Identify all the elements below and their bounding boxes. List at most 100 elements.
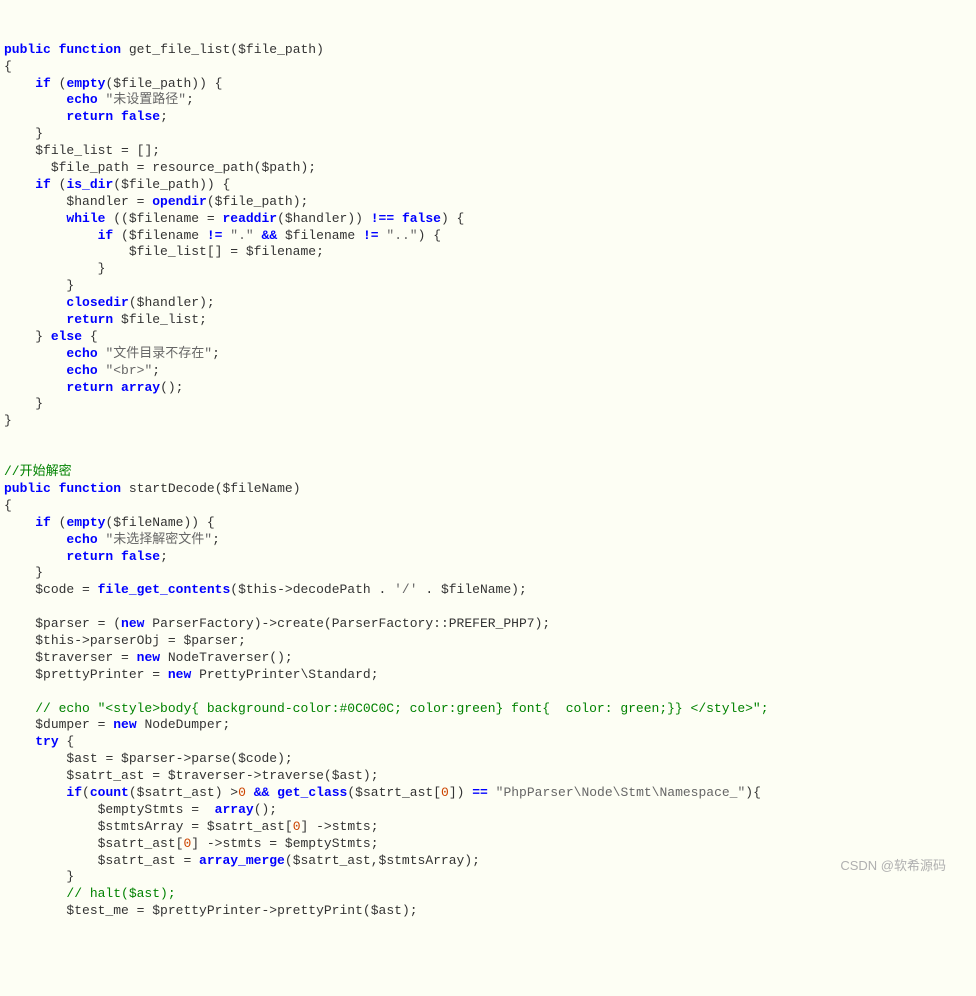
var: $fileName	[223, 481, 293, 496]
var: $satrt_ast	[98, 836, 176, 851]
var: $satrt_ast	[207, 819, 285, 834]
var: $satrt_ast	[355, 785, 433, 800]
str: "文件目录不存在"	[105, 346, 212, 361]
var: $ast	[66, 751, 97, 766]
str: "."	[230, 228, 253, 243]
kw-try: try	[35, 734, 58, 749]
kw-return: return	[66, 109, 113, 124]
method: prettyPrint	[277, 903, 363, 918]
var: $code	[238, 751, 277, 766]
kw-if: if	[35, 76, 51, 91]
var: $handler	[285, 211, 347, 226]
kw-echo: echo	[66, 346, 97, 361]
kw-function: function	[59, 481, 121, 496]
kw-function: function	[59, 42, 121, 57]
fn-array: array	[215, 802, 254, 817]
prop: decodePath	[293, 582, 371, 597]
var: $ast	[332, 768, 363, 783]
const: PREFER_PHP7	[449, 616, 535, 631]
method: parse	[191, 751, 230, 766]
var: $traverser	[168, 768, 246, 783]
str: "<br>"	[105, 363, 152, 378]
str: "未设置路径"	[105, 92, 186, 107]
var: $file_list	[129, 244, 207, 259]
method: create	[277, 616, 324, 631]
fn-empty: empty	[66, 515, 105, 530]
kw-new: new	[113, 717, 136, 732]
var: $prettyPrinter	[35, 667, 144, 682]
prop: stmts	[222, 836, 261, 851]
num: 0	[238, 785, 246, 800]
var: $test_me	[66, 903, 128, 918]
var: $file_path	[238, 42, 316, 57]
kw-false: false	[121, 549, 160, 564]
type: ParserFactory	[152, 616, 253, 631]
num: 0	[441, 785, 449, 800]
var: $handler	[137, 295, 199, 310]
var: $file_path	[51, 160, 129, 175]
var: $filename	[285, 228, 355, 243]
kw-echo: echo	[66, 532, 97, 547]
var: $file_path	[215, 194, 293, 209]
var: $file_path	[121, 177, 199, 192]
prop: parserObj	[90, 633, 160, 648]
fn-readdir: readdir	[222, 211, 277, 226]
fn-array: array	[121, 380, 160, 395]
var: $code	[35, 582, 74, 597]
var: $file_list	[35, 143, 113, 158]
op: &&	[262, 228, 278, 243]
str: ".."	[386, 228, 417, 243]
var: $parser	[183, 633, 238, 648]
var: $dumper	[35, 717, 90, 732]
op: ==	[472, 785, 488, 800]
method: traverse	[261, 768, 323, 783]
str: "未选择解密文件"	[105, 532, 212, 547]
fn-empty: empty	[66, 76, 105, 91]
var: $prettyPrinter	[152, 903, 261, 918]
kw-if: if	[35, 515, 51, 530]
var: $handler	[66, 194, 128, 209]
num: 0	[293, 819, 301, 834]
var: $traverser	[35, 650, 113, 665]
fn: resource_path	[152, 160, 253, 175]
fn-closedir: closedir	[66, 295, 128, 310]
fn-name: get_file_list	[129, 42, 230, 57]
type: NodeTraverser	[168, 650, 269, 665]
var: $file_path	[113, 76, 191, 91]
code-block: public function get_file_list($file_path…	[4, 42, 972, 920]
op: !=	[363, 228, 379, 243]
kw-public: public	[4, 42, 51, 57]
fn-opendir: opendir	[152, 194, 207, 209]
prop: stmts	[332, 819, 371, 834]
var: $parser	[121, 751, 176, 766]
var: $parser	[35, 616, 90, 631]
kw-if: if	[35, 177, 51, 192]
var: $stmtsArray	[98, 819, 184, 834]
kw-false: false	[121, 109, 160, 124]
kw-while: while	[66, 211, 105, 226]
var: $emptyStmts	[98, 802, 184, 817]
kw-if: if	[98, 228, 114, 243]
comment: //开始解密	[4, 464, 72, 479]
var: $emptyStmts	[285, 836, 371, 851]
kw-new: new	[121, 616, 144, 631]
type: ParserFactory	[332, 616, 433, 631]
type: PrettyPrinter\Standard	[199, 667, 371, 682]
str: "PhpParser\Node\Stmt\Namespace_"	[496, 785, 746, 800]
var: $filename	[129, 211, 199, 226]
var: $fileName	[113, 515, 183, 530]
var: $filename	[129, 228, 199, 243]
var: $this	[35, 633, 74, 648]
var: $path	[261, 160, 300, 175]
var: $fileName	[441, 582, 511, 597]
comment: // echo "<style>body{ background-color:#…	[35, 701, 768, 716]
kw-else: else	[51, 329, 82, 344]
watermark: CSDN @软希源码	[840, 858, 946, 875]
kw-echo: echo	[66, 363, 97, 378]
str: '/'	[394, 582, 417, 597]
var: $satrt_ast	[98, 853, 176, 868]
type: NodeDumper	[144, 717, 222, 732]
var: $satrt_ast	[137, 785, 215, 800]
num: 0	[183, 836, 191, 851]
var: $ast	[371, 903, 402, 918]
